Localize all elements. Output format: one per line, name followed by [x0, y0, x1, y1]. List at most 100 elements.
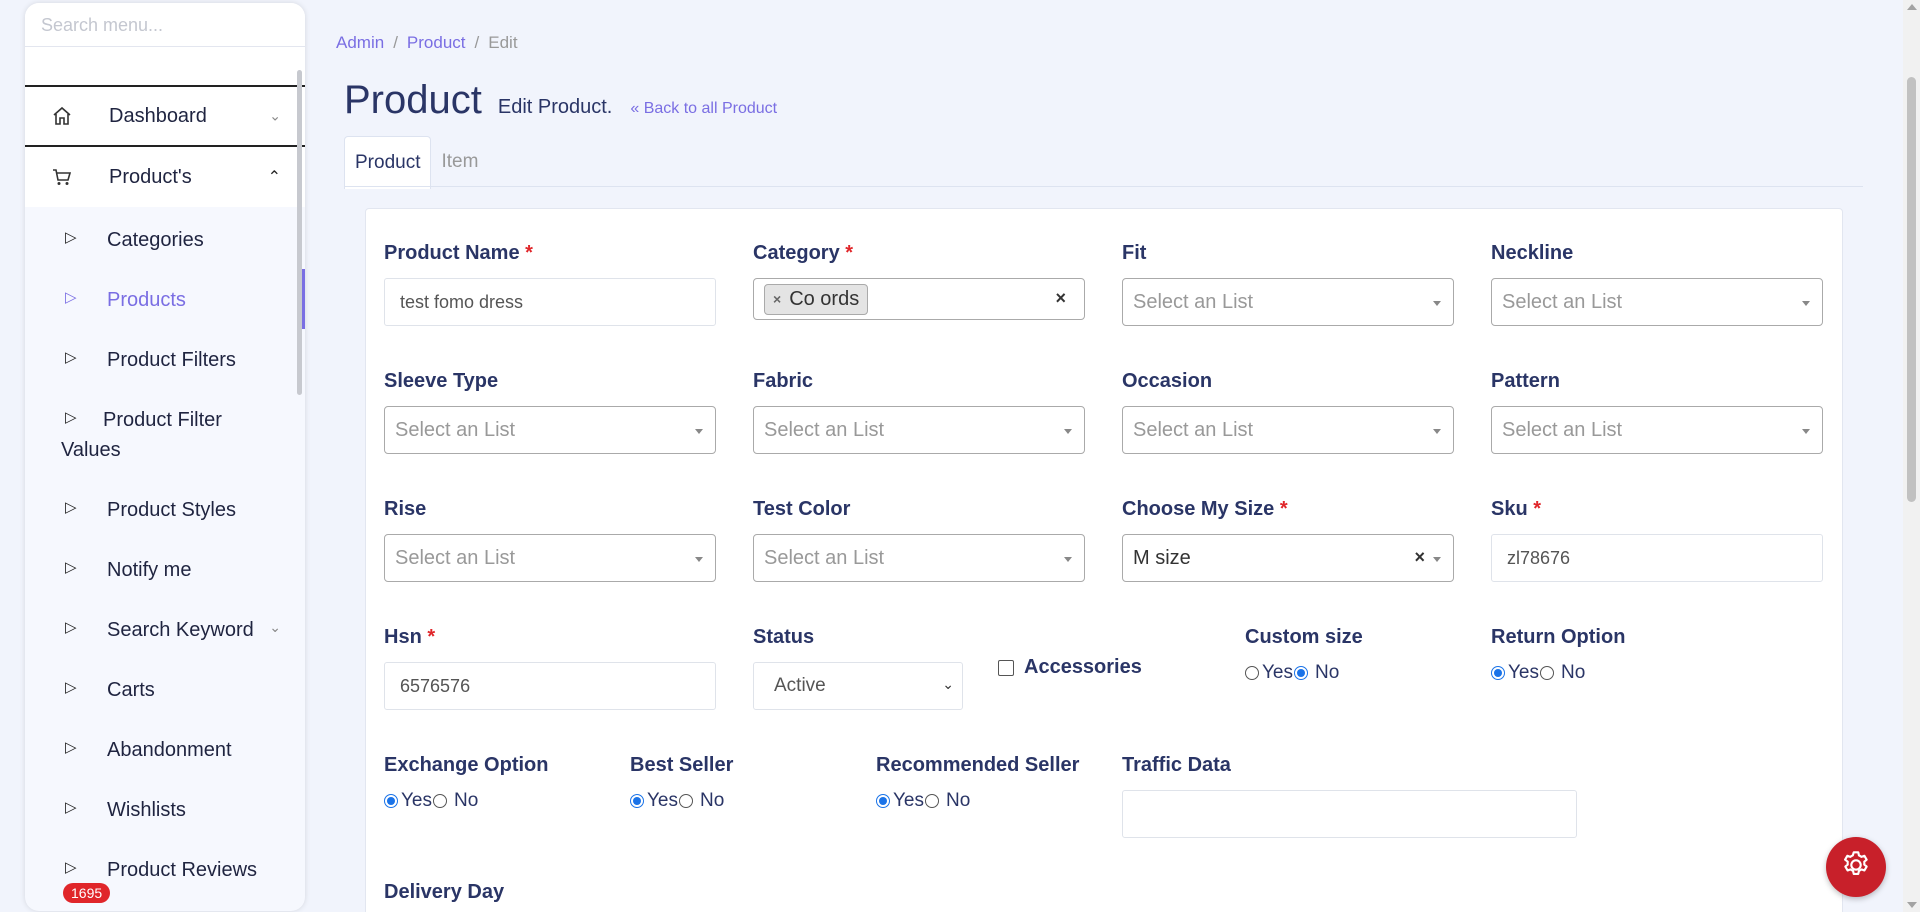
best-seller-no-radio[interactable] [679, 794, 693, 808]
scrollbar-thumb[interactable] [1907, 77, 1916, 502]
sidebar-subitem-product-filter-values[interactable]: ▷ Product Filter Values [25, 387, 305, 477]
sidebar-subitem-categories[interactable]: ▷ Categories [25, 207, 305, 267]
exchange-option-no-radio[interactable] [433, 794, 447, 808]
field-best-seller: Best Seller Yes No [630, 754, 734, 811]
status-select[interactable]: Active ⌄ [753, 662, 963, 710]
clear-icon[interactable]: × [1055, 288, 1066, 309]
sidebar-subitem-label: Notify me [107, 559, 192, 581]
field-exchange-option: Exchange Option Yes No [384, 754, 549, 811]
return-option-yes-radio[interactable] [1491, 666, 1505, 680]
search-menu-input[interactable] [41, 15, 289, 36]
dropdown-arrow-icon [1064, 429, 1072, 434]
field-hsn: Hsn * 6576576 [384, 626, 716, 710]
test-color-select[interactable]: Select an List [753, 534, 1085, 582]
chevron-up-icon: ⌃ [267, 169, 281, 186]
choose-my-size-select[interactable]: M size × [1122, 534, 1454, 582]
field-label: Rise [384, 498, 427, 520]
clear-icon[interactable]: × [1414, 547, 1425, 568]
rise-select[interactable]: Select an List [384, 534, 716, 582]
settings-button[interactable] [1826, 837, 1886, 897]
caret-right-icon: ▷ [65, 499, 77, 516]
chip-remove-icon[interactable]: × [773, 291, 781, 307]
traffic-data-input[interactable] [1122, 790, 1577, 838]
scroll-up-icon[interactable] [1907, 4, 1917, 10]
caret-right-icon: ▷ [65, 229, 77, 246]
field-fit: Fit Select an List [1122, 242, 1454, 326]
page-scrollbar[interactable] [1903, 0, 1920, 912]
chevron-down-icon: ⌄ [942, 676, 954, 692]
field-label: Sku * [1491, 498, 1542, 520]
custom-size-yes-radio[interactable] [1245, 666, 1259, 680]
field-accessories: Accessories [998, 656, 1142, 679]
sidebar-subitem-wishlists[interactable]: ▷ Wishlists [25, 777, 305, 837]
breadcrumb-admin[interactable]: Admin [336, 33, 384, 52]
field-custom-size: Custom size Yes No [1245, 626, 1363, 683]
exchange-option-yes-radio[interactable] [384, 794, 398, 808]
occasion-select[interactable]: Select an List [1122, 406, 1454, 454]
sidebar-subitem-abandonment[interactable]: ▷ Abandonment [25, 717, 305, 777]
field-label: Test Color [753, 498, 851, 520]
tab-product[interactable]: Product [344, 136, 432, 189]
sku-input[interactable]: zl78676 [1491, 534, 1823, 582]
fabric-select[interactable]: Select an List [753, 406, 1085, 454]
sidebar-subitem-products[interactable]: ▷ Products [25, 267, 305, 329]
sleeve-type-select[interactable]: Select an List [384, 406, 716, 454]
best-seller-yes-radio[interactable] [630, 794, 644, 808]
field-category: Category * × Co ords × [753, 242, 1085, 320]
category-chip[interactable]: × Co ords [764, 283, 869, 315]
return-option-no-radio[interactable] [1540, 666, 1554, 680]
sidebar-item-dashboard[interactable]: Dashboard ⌄ [25, 87, 305, 147]
neckline-select[interactable]: Select an List [1491, 278, 1823, 326]
field-label: Fabric [753, 370, 814, 392]
product-name-input[interactable]: test fomo dress [384, 278, 716, 326]
notification-badge: 1695 [63, 883, 111, 903]
breadcrumb-current: Edit [488, 33, 518, 52]
pattern-select[interactable]: Select an List [1491, 406, 1823, 454]
field-product-name: Product Name * test fomo dress [384, 242, 716, 326]
field-label: Sleeve Type [384, 370, 499, 392]
field-sku: Sku * zl78676 [1491, 498, 1823, 582]
tab-item[interactable]: Item [431, 136, 488, 189]
sidebar-item-products[interactable]: Product's ⌃ [25, 147, 305, 207]
field-label: Product Name * [384, 242, 533, 264]
sidebar-subitem-notify-me[interactable]: ▷ Notify me [25, 537, 305, 597]
sidebar-subitem-product-filters[interactable]: ▷ Product Filters [25, 327, 305, 387]
fit-select[interactable]: Select an List [1122, 278, 1454, 326]
field-return-option: Return Option Yes No [1491, 626, 1626, 683]
sidebar-scrollbar[interactable] [297, 70, 302, 395]
field-pattern: Pattern Select an List [1491, 370, 1823, 454]
breadcrumb-separator: / [474, 33, 480, 52]
back-link[interactable]: « Back to all Product [630, 100, 777, 118]
field-label: Exchange Option [384, 754, 549, 776]
breadcrumb-separator: / [393, 33, 398, 52]
category-select[interactable]: × Co ords × [753, 278, 1085, 320]
field-occasion: Occasion Select an List [1122, 370, 1454, 454]
breadcrumb-product[interactable]: Product [407, 33, 466, 52]
cart-icon [49, 167, 75, 187]
dropdown-arrow-icon [695, 429, 703, 434]
accessories-checkbox[interactable] [998, 659, 1014, 676]
caret-right-icon: ▷ [65, 679, 77, 696]
field-status: Status Active ⌄ [753, 626, 963, 710]
caret-right-icon: ▷ [65, 739, 77, 756]
sidebar-subitem-product-styles[interactable]: ▷ Product Styles [25, 477, 305, 537]
sidebar-spacer [25, 47, 305, 87]
breadcrumb: Admin / Product / Edit [336, 33, 518, 53]
custom-size-no-radio[interactable] [1294, 666, 1308, 680]
recommended-seller-no-radio[interactable] [925, 794, 939, 808]
dropdown-arrow-icon [1802, 429, 1810, 434]
sidebar-subitem-label: Abandonment [107, 739, 232, 761]
sidebar-subitem-search-keyword[interactable]: ▷ Search Keyword ⌄ [25, 597, 305, 657]
field-sleeve-type: Sleeve Type Select an List [384, 370, 716, 454]
dropdown-arrow-icon [1802, 301, 1810, 306]
sidebar-subitem-label: Product Filter Values [61, 409, 222, 461]
field-test-color: Test Color Select an List [753, 498, 1085, 582]
field-label: Choose My Size * [1122, 498, 1288, 520]
dropdown-arrow-icon [695, 557, 703, 562]
scroll-down-icon[interactable] [1907, 902, 1917, 908]
sidebar-subitem-carts[interactable]: ▷ Carts [25, 657, 305, 717]
field-label: Pattern [1491, 370, 1560, 392]
hsn-input[interactable]: 6576576 [384, 662, 716, 710]
recommended-seller-yes-radio[interactable] [876, 794, 890, 808]
sidebar-subitem-label: Products [107, 289, 186, 311]
